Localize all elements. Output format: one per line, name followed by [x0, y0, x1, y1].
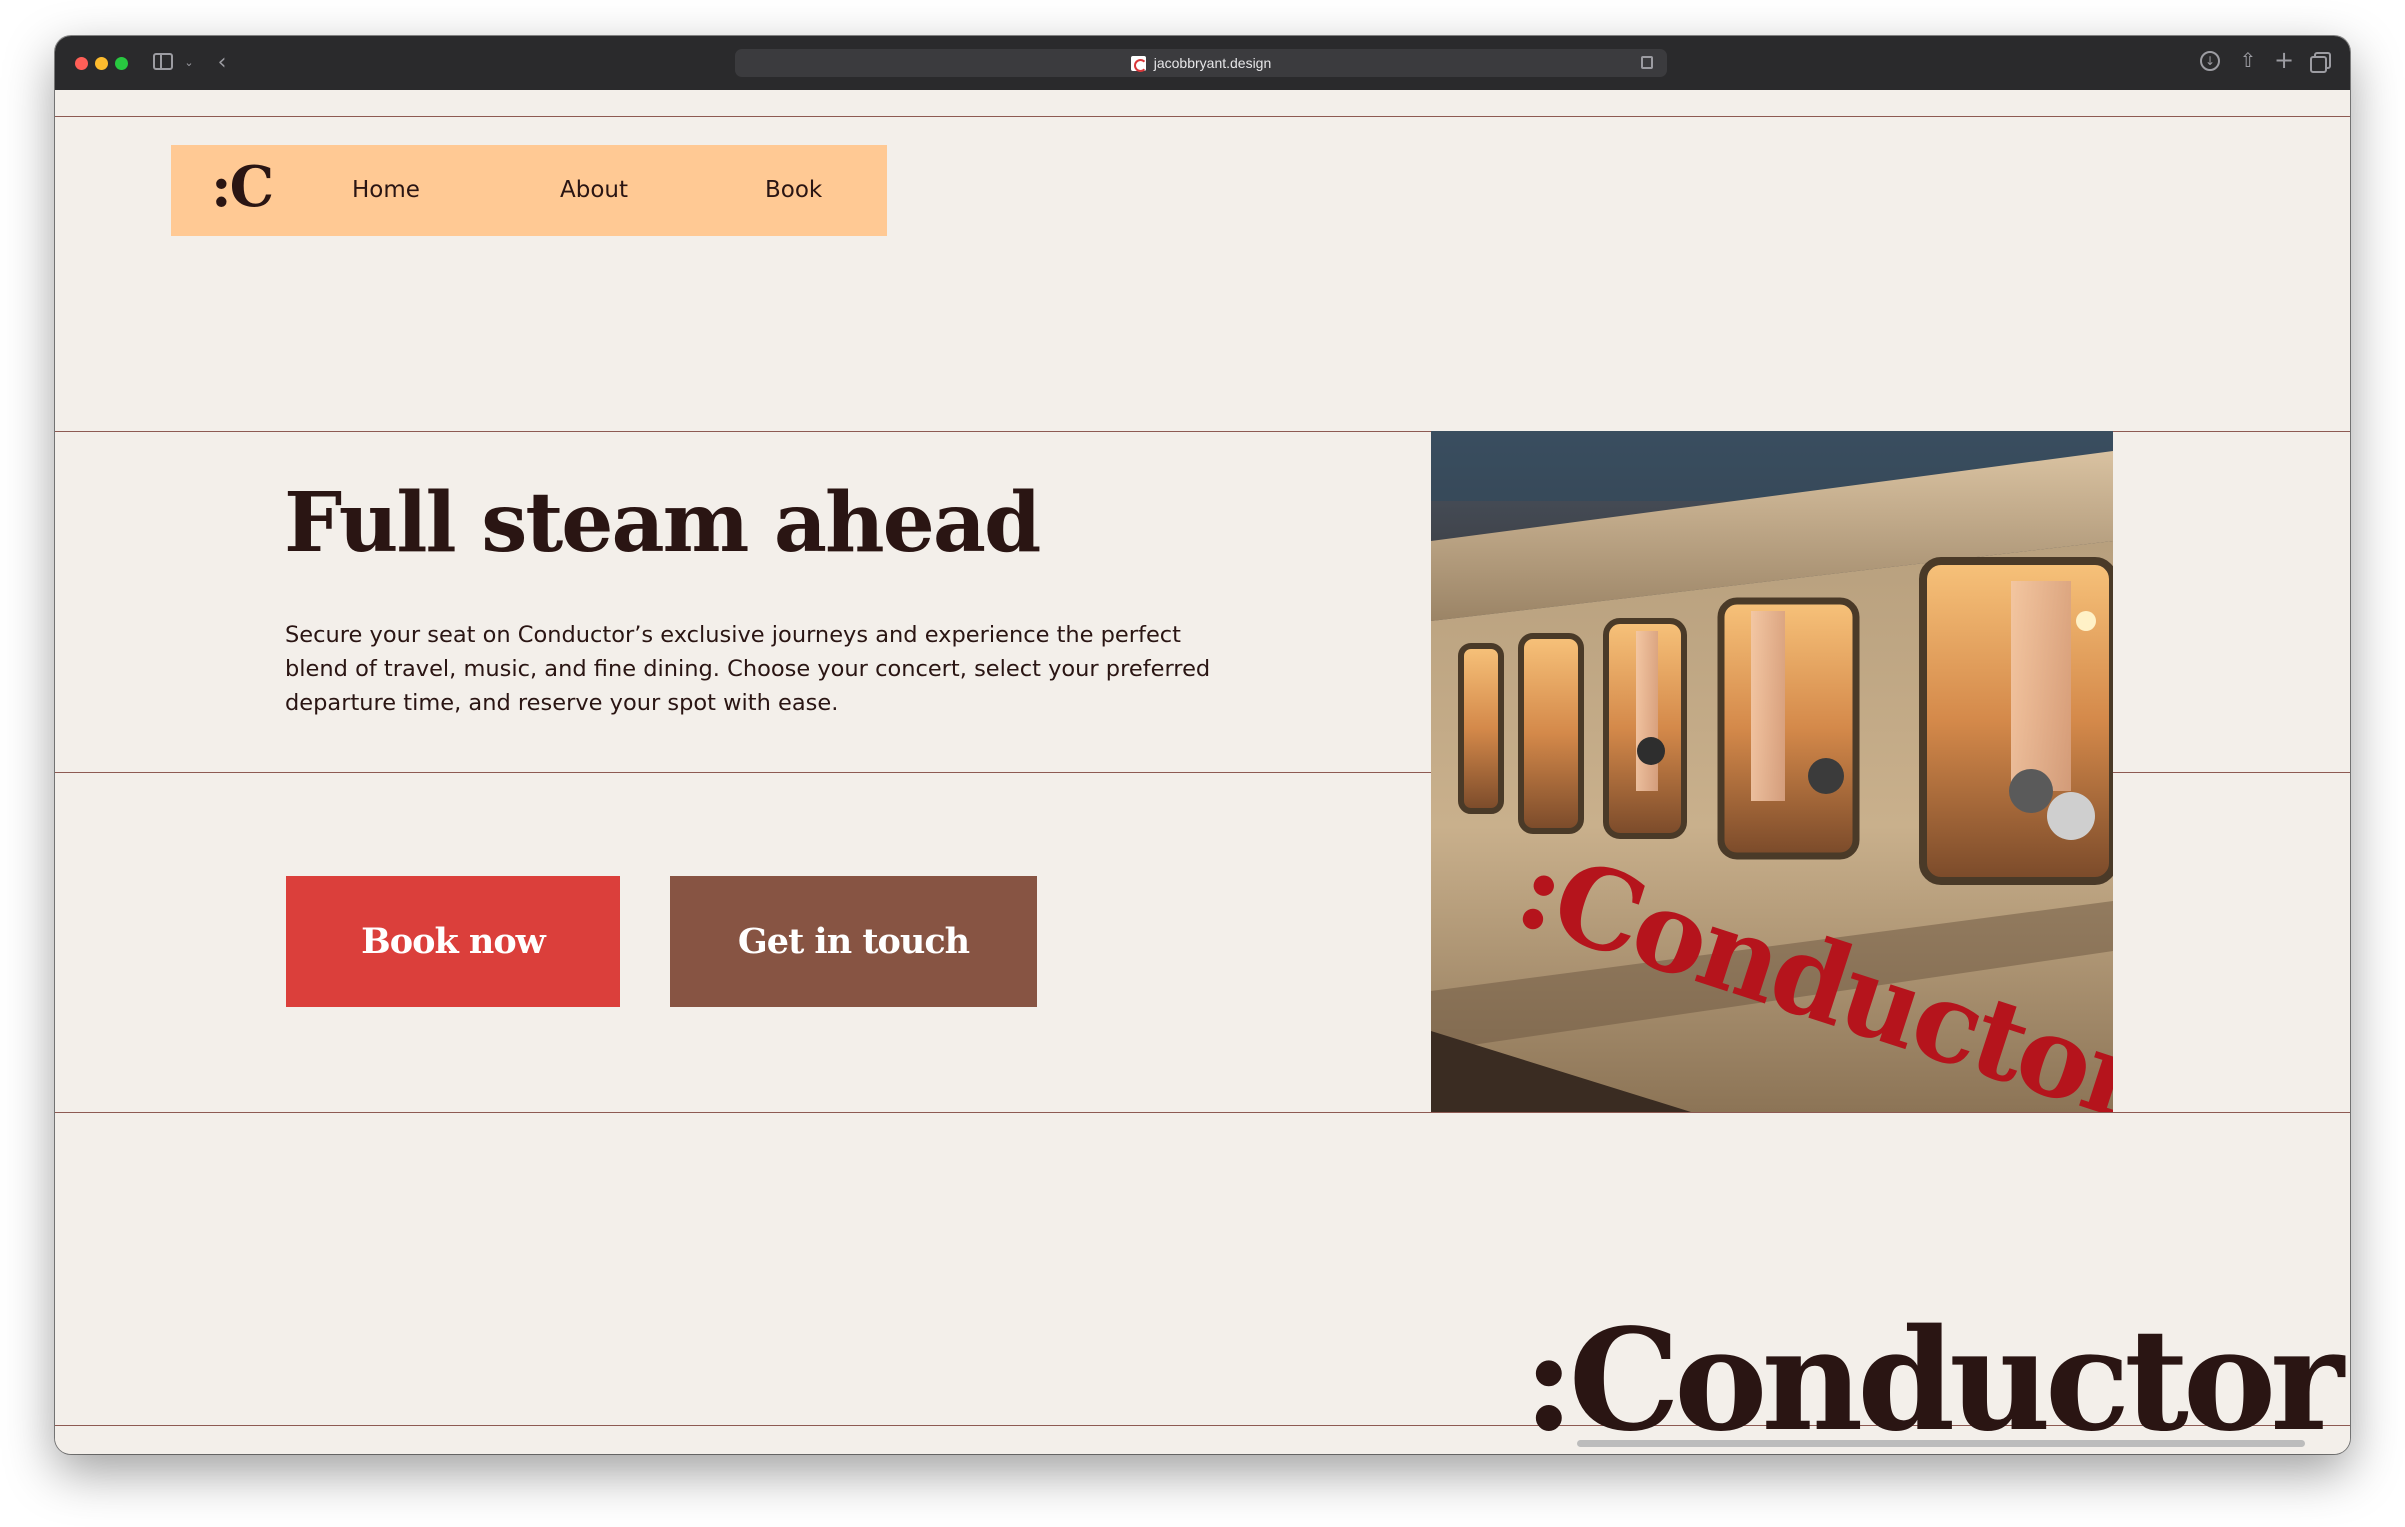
main-nav: :C Home About Book: [171, 145, 887, 236]
address-bar[interactable]: jacobbryant.design: [735, 49, 1667, 77]
back-icon[interactable]: ‹: [212, 49, 232, 75]
zoom-window-button[interactable]: [115, 57, 128, 70]
close-window-button[interactable]: [75, 57, 88, 70]
browser-toolbar: ⌄ ‹ jacobbryant.design ↓ ⇧ +: [55, 36, 2350, 90]
train-photo: :Conductor: [1431, 431, 2113, 1112]
minimize-window-button[interactable]: [95, 57, 108, 70]
download-icon[interactable]: ↓: [2200, 51, 2220, 71]
share-icon[interactable]: ⇧: [2238, 47, 2258, 73]
reader-icon[interactable]: [1641, 56, 1653, 69]
address-url: jacobbryant.design: [1153, 55, 1272, 71]
nav-about-link[interactable]: About: [560, 175, 628, 205]
browser-window: ⌄ ‹ jacobbryant.design ↓ ⇧ + :C Home Abo…: [55, 36, 2350, 1454]
nav-home-link[interactable]: Home: [352, 175, 420, 205]
divider: [55, 116, 2350, 117]
train-illustration: :Conductor: [1431, 431, 2113, 1112]
plus-icon[interactable]: +: [2274, 46, 2294, 74]
footer-wordmark: :Conductor: [1523, 1299, 2344, 1454]
horizontal-scrollbar[interactable]: [1577, 1440, 2305, 1447]
book-now-button[interactable]: Book now: [286, 876, 620, 1007]
nav-book-link[interactable]: Book: [765, 175, 822, 205]
site-logo[interactable]: :C: [211, 157, 274, 217]
page-content: :C Home About Book Full steam ahead Secu…: [55, 90, 2350, 1454]
sidebar-icon[interactable]: [153, 53, 173, 70]
tabs-icon[interactable]: [2310, 52, 2331, 73]
get-in-touch-button[interactable]: Get in touch: [670, 876, 1037, 1007]
chevron-down-icon[interactable]: ⌄: [182, 52, 196, 72]
hero-title: Full steam ahead: [284, 475, 1041, 571]
divider: [55, 1112, 2350, 1113]
favicon-icon: [1130, 55, 1147, 72]
hero-description: Secure your seat on Conductor’s exclusiv…: [285, 622, 1211, 716]
